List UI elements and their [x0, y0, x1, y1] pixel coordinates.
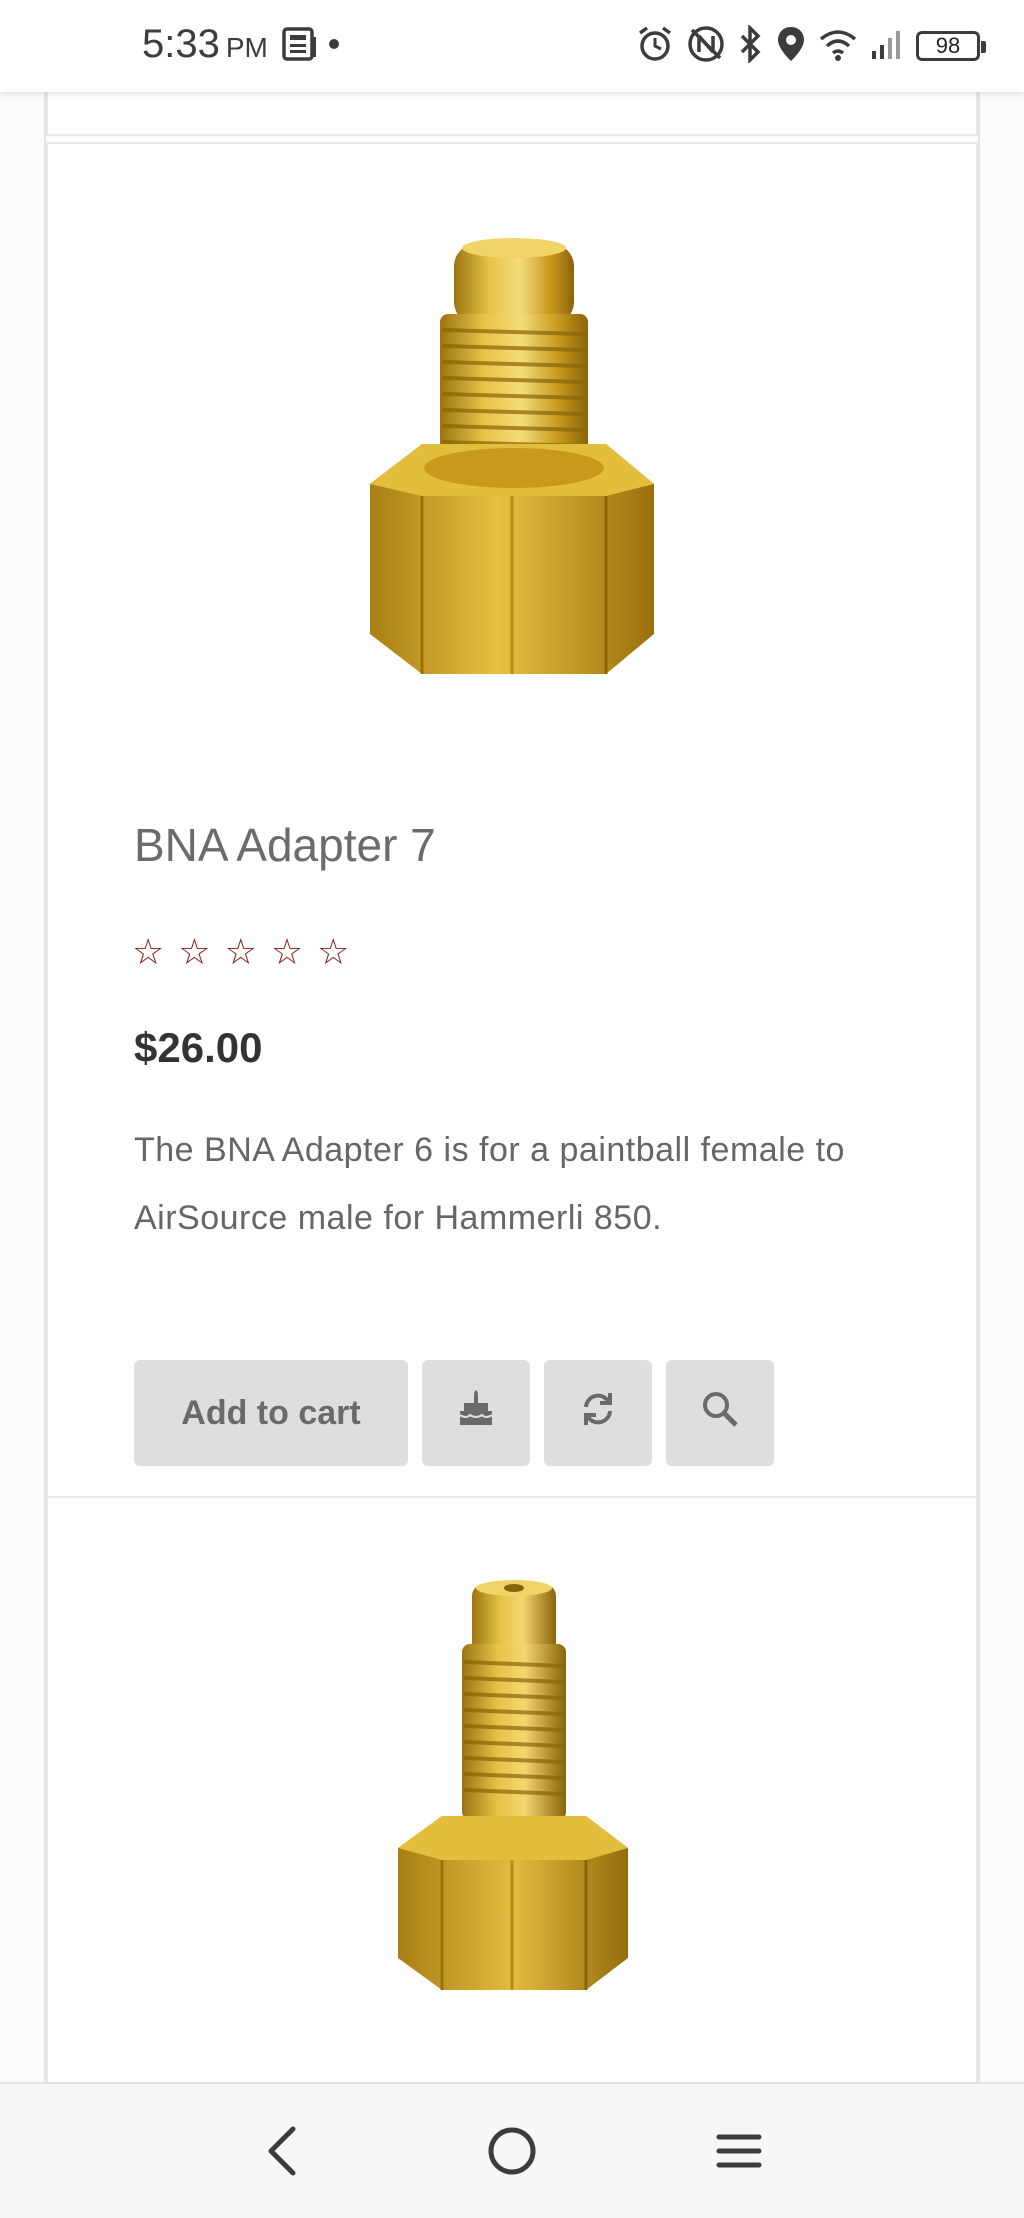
back-button[interactable] — [248, 2118, 318, 2188]
wifi-icon — [818, 27, 858, 66]
news-icon — [282, 26, 318, 66]
next-product-card — [46, 1496, 978, 2096]
battery-level: 98 — [935, 33, 961, 58]
product-image[interactable] — [48, 184, 976, 744]
star-empty-icon: ☆ — [178, 931, 211, 972]
clock-time: 5:33 — [142, 22, 220, 66]
system-icons: 98 — [636, 22, 986, 70]
battery-icon: 98 — [916, 31, 986, 61]
search-icon — [700, 1389, 740, 1438]
recents-button[interactable] — [704, 2118, 774, 2188]
star-empty-icon: ☆ — [270, 931, 304, 972]
nfc-off-icon — [686, 24, 726, 69]
star-empty-icon: ☆ — [317, 931, 350, 972]
next-product-image[interactable] — [48, 1558, 976, 2018]
product-title[interactable]: BNA Adapter 7 — [134, 818, 436, 872]
menu-icon — [715, 2131, 763, 2176]
add-to-cart-button[interactable]: Add to cart — [134, 1360, 408, 1466]
home-icon — [486, 2125, 538, 2182]
compare-button[interactable] — [544, 1360, 652, 1466]
clock-ampm: PM — [225, 32, 268, 63]
star-empty-icon: ☆ — [132, 931, 165, 972]
page-content: BNA Adapter 7 ☆ ☆ ☆ ☆ ☆ $26.00 The BNA A… — [0, 72, 1024, 2096]
brass-adapter-image — [370, 238, 654, 674]
gift-icon — [456, 1389, 496, 1438]
star-rating: ☆ ☆ ☆ ☆ ☆ — [132, 934, 349, 970]
status-bar: 5:33 PM 98 — [0, 0, 1024, 92]
product-card: BNA Adapter 7 ☆ ☆ ☆ ☆ ☆ $26.00 The BNA A… — [46, 142, 978, 1498]
back-icon — [263, 2125, 303, 2182]
wishlist-button[interactable] — [422, 1360, 530, 1466]
alarm-icon — [636, 25, 674, 68]
product-description: The BNA Adapter 6 is for a paintball fem… — [134, 1131, 845, 1237]
location-icon — [776, 25, 806, 68]
system-nav-bar — [0, 2082, 1024, 2218]
dot-icon — [328, 37, 340, 55]
signal-icon — [870, 27, 904, 66]
status-time: 5:33 PM — [142, 22, 268, 67]
compare-icon — [578, 1389, 618, 1438]
brass-adapter-image — [398, 1580, 628, 1990]
bluetooth-icon — [738, 23, 764, 68]
home-button[interactable] — [477, 2118, 547, 2188]
quick-view-button[interactable] — [666, 1360, 774, 1466]
notification-icons — [282, 26, 340, 66]
star-empty-icon: ☆ — [224, 931, 257, 972]
product-price: $26.00 — [134, 1024, 263, 1071]
product-actions: Add to cart — [134, 1360, 774, 1466]
